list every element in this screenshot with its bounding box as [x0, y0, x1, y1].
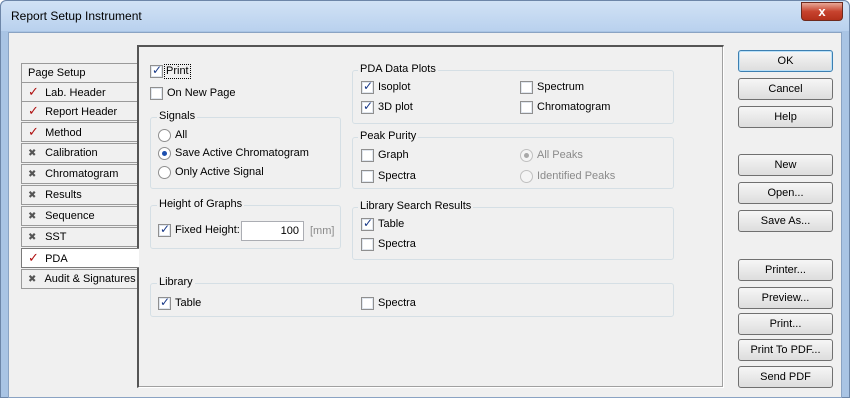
- tab-label: PDA: [45, 253, 68, 265]
- pda-data-plots-title: PDA Data Plots: [358, 63, 438, 75]
- tab-audit-signatures[interactable]: ✖ Audit & Signatures: [21, 269, 138, 289]
- tab-report-header[interactable]: ✓ Report Header: [21, 101, 138, 121]
- isoplot-label: Isoplot: [378, 81, 411, 93]
- checkmark-icon: ✓: [28, 84, 39, 99]
- tab-page-setup[interactable]: Page Setup: [21, 63, 138, 83]
- peak-purity-graph-label: Graph: [378, 149, 409, 161]
- identified-peaks-radio[interactable]: [520, 170, 533, 183]
- cancel-button[interactable]: Cancel: [738, 78, 833, 100]
- library-table-checkbox[interactable]: [158, 295, 171, 310]
- library-search-spectra-checkbox[interactable]: [361, 238, 374, 251]
- dialog-window: Report Setup Instrument x Page Setup ✓ L…: [0, 0, 850, 398]
- close-button[interactable]: x: [801, 2, 843, 21]
- cross-icon: ✖: [28, 211, 37, 222]
- tab-label: SST: [45, 231, 67, 243]
- tab-label: Audit & Signatures: [44, 273, 136, 285]
- library-search-spectra-label: Spectra: [378, 238, 416, 250]
- chromatogram-checkbox[interactable]: [520, 101, 533, 114]
- signals-only-active-radio[interactable]: [158, 166, 171, 179]
- tab-sst[interactable]: ✖ SST: [21, 227, 138, 247]
- tab-results[interactable]: ✖ Results: [21, 185, 138, 205]
- all-peaks-label: All Peaks: [537, 149, 583, 161]
- height-unit-label: [mm]: [310, 225, 335, 237]
- fixed-height-label: Fixed Height:: [175, 224, 240, 236]
- cross-icon: ✖: [28, 148, 37, 159]
- printer-button[interactable]: Printer...: [738, 259, 833, 281]
- tab-lab-header[interactable]: ✓ Lab. Header: [21, 82, 138, 102]
- close-icon: x: [818, 4, 826, 19]
- ok-button[interactable]: OK: [738, 50, 833, 72]
- new-button[interactable]: New: [738, 154, 833, 176]
- checkmark-icon: ✓: [28, 124, 39, 139]
- tab-label: Method: [45, 127, 82, 139]
- title-bar[interactable]: Report Setup Instrument x: [1, 1, 849, 31]
- on-new-page-label: On New Page: [167, 87, 236, 99]
- 3d-plot-label: 3D plot: [378, 101, 413, 113]
- tab-calibration[interactable]: ✖ Calibration: [21, 143, 138, 163]
- identified-peaks-label: Identified Peaks: [537, 170, 616, 182]
- tab-label: Page Setup: [28, 67, 86, 79]
- signals-save-active-label: Save Active Chromatogram: [175, 147, 309, 159]
- library-spectra-label: Spectra: [378, 297, 416, 309]
- print-button[interactable]: Print...: [738, 313, 833, 335]
- library-search-results-group: [352, 207, 674, 260]
- tab-pda[interactable]: ✓ PDA: [21, 248, 139, 268]
- tab-label: Results: [45, 189, 82, 201]
- tab-method[interactable]: ✓ Method: [21, 122, 138, 142]
- fixed-height-input[interactable]: 100: [241, 221, 304, 241]
- all-peaks-radio[interactable]: [520, 149, 533, 162]
- tab-sequence[interactable]: ✖ Sequence: [21, 206, 138, 226]
- height-of-graphs-title: Height of Graphs: [157, 198, 245, 210]
- open-button[interactable]: Open...: [738, 182, 833, 204]
- tab-label: Chromatogram: [45, 168, 119, 180]
- library-search-results-title: Library Search Results: [358, 200, 474, 212]
- signals-title: Signals: [157, 110, 198, 122]
- fixed-height-checkbox[interactable]: [158, 222, 171, 237]
- save-as-button[interactable]: Save As...: [738, 210, 833, 232]
- cross-icon: ✖: [28, 190, 37, 201]
- spectrum-label: Spectrum: [537, 81, 585, 93]
- send-pdf-button[interactable]: Send PDF: [738, 366, 833, 388]
- signals-all-radio[interactable]: [158, 129, 171, 142]
- signals-only-active-label: Only Active Signal: [175, 166, 264, 178]
- tab-label: Lab. Header: [45, 87, 106, 99]
- signals-all-label: All: [175, 129, 188, 141]
- library-search-table-label: Table: [378, 218, 405, 230]
- tab-label: Sequence: [45, 210, 95, 222]
- cross-icon: ✖: [28, 274, 37, 285]
- library-title: Library: [157, 276, 195, 288]
- peak-purity-spectra-checkbox[interactable]: [361, 170, 374, 183]
- window-title: Report Setup Instrument: [11, 9, 142, 23]
- peak-purity-title: Peak Purity: [358, 130, 419, 142]
- tab-label: Report Header: [45, 106, 118, 118]
- library-spectra-checkbox[interactable]: [361, 297, 374, 310]
- isoplot-checkbox[interactable]: [361, 79, 374, 94]
- cross-icon: ✖: [28, 169, 37, 180]
- print-checkbox[interactable]: [150, 63, 163, 78]
- checkmark-icon: ✓: [28, 250, 39, 265]
- peak-purity-spectra-label: Spectra: [378, 170, 416, 182]
- library-search-table-checkbox[interactable]: [361, 216, 374, 231]
- library-table-label: Table: [175, 297, 202, 309]
- tab-label: Calibration: [45, 147, 98, 159]
- print-label: Print: [166, 65, 189, 77]
- peak-purity-graph-checkbox[interactable]: [361, 149, 374, 162]
- signals-save-active-radio[interactable]: [158, 147, 171, 160]
- spectrum-checkbox[interactable]: [520, 81, 533, 94]
- pda-data-plots-group: [352, 70, 674, 124]
- print-to-pdf-button[interactable]: Print To PDF...: [738, 339, 833, 361]
- on-new-page-checkbox[interactable]: [150, 87, 163, 100]
- cross-icon: ✖: [28, 232, 37, 243]
- preview-button[interactable]: Preview...: [738, 287, 833, 309]
- help-button[interactable]: Help: [738, 106, 833, 128]
- chromatogram-label: Chromatogram: [537, 101, 611, 113]
- 3d-plot-checkbox[interactable]: [361, 99, 374, 114]
- tab-chromatogram[interactable]: ✖ Chromatogram: [21, 164, 138, 184]
- checkmark-icon: ✓: [28, 103, 39, 118]
